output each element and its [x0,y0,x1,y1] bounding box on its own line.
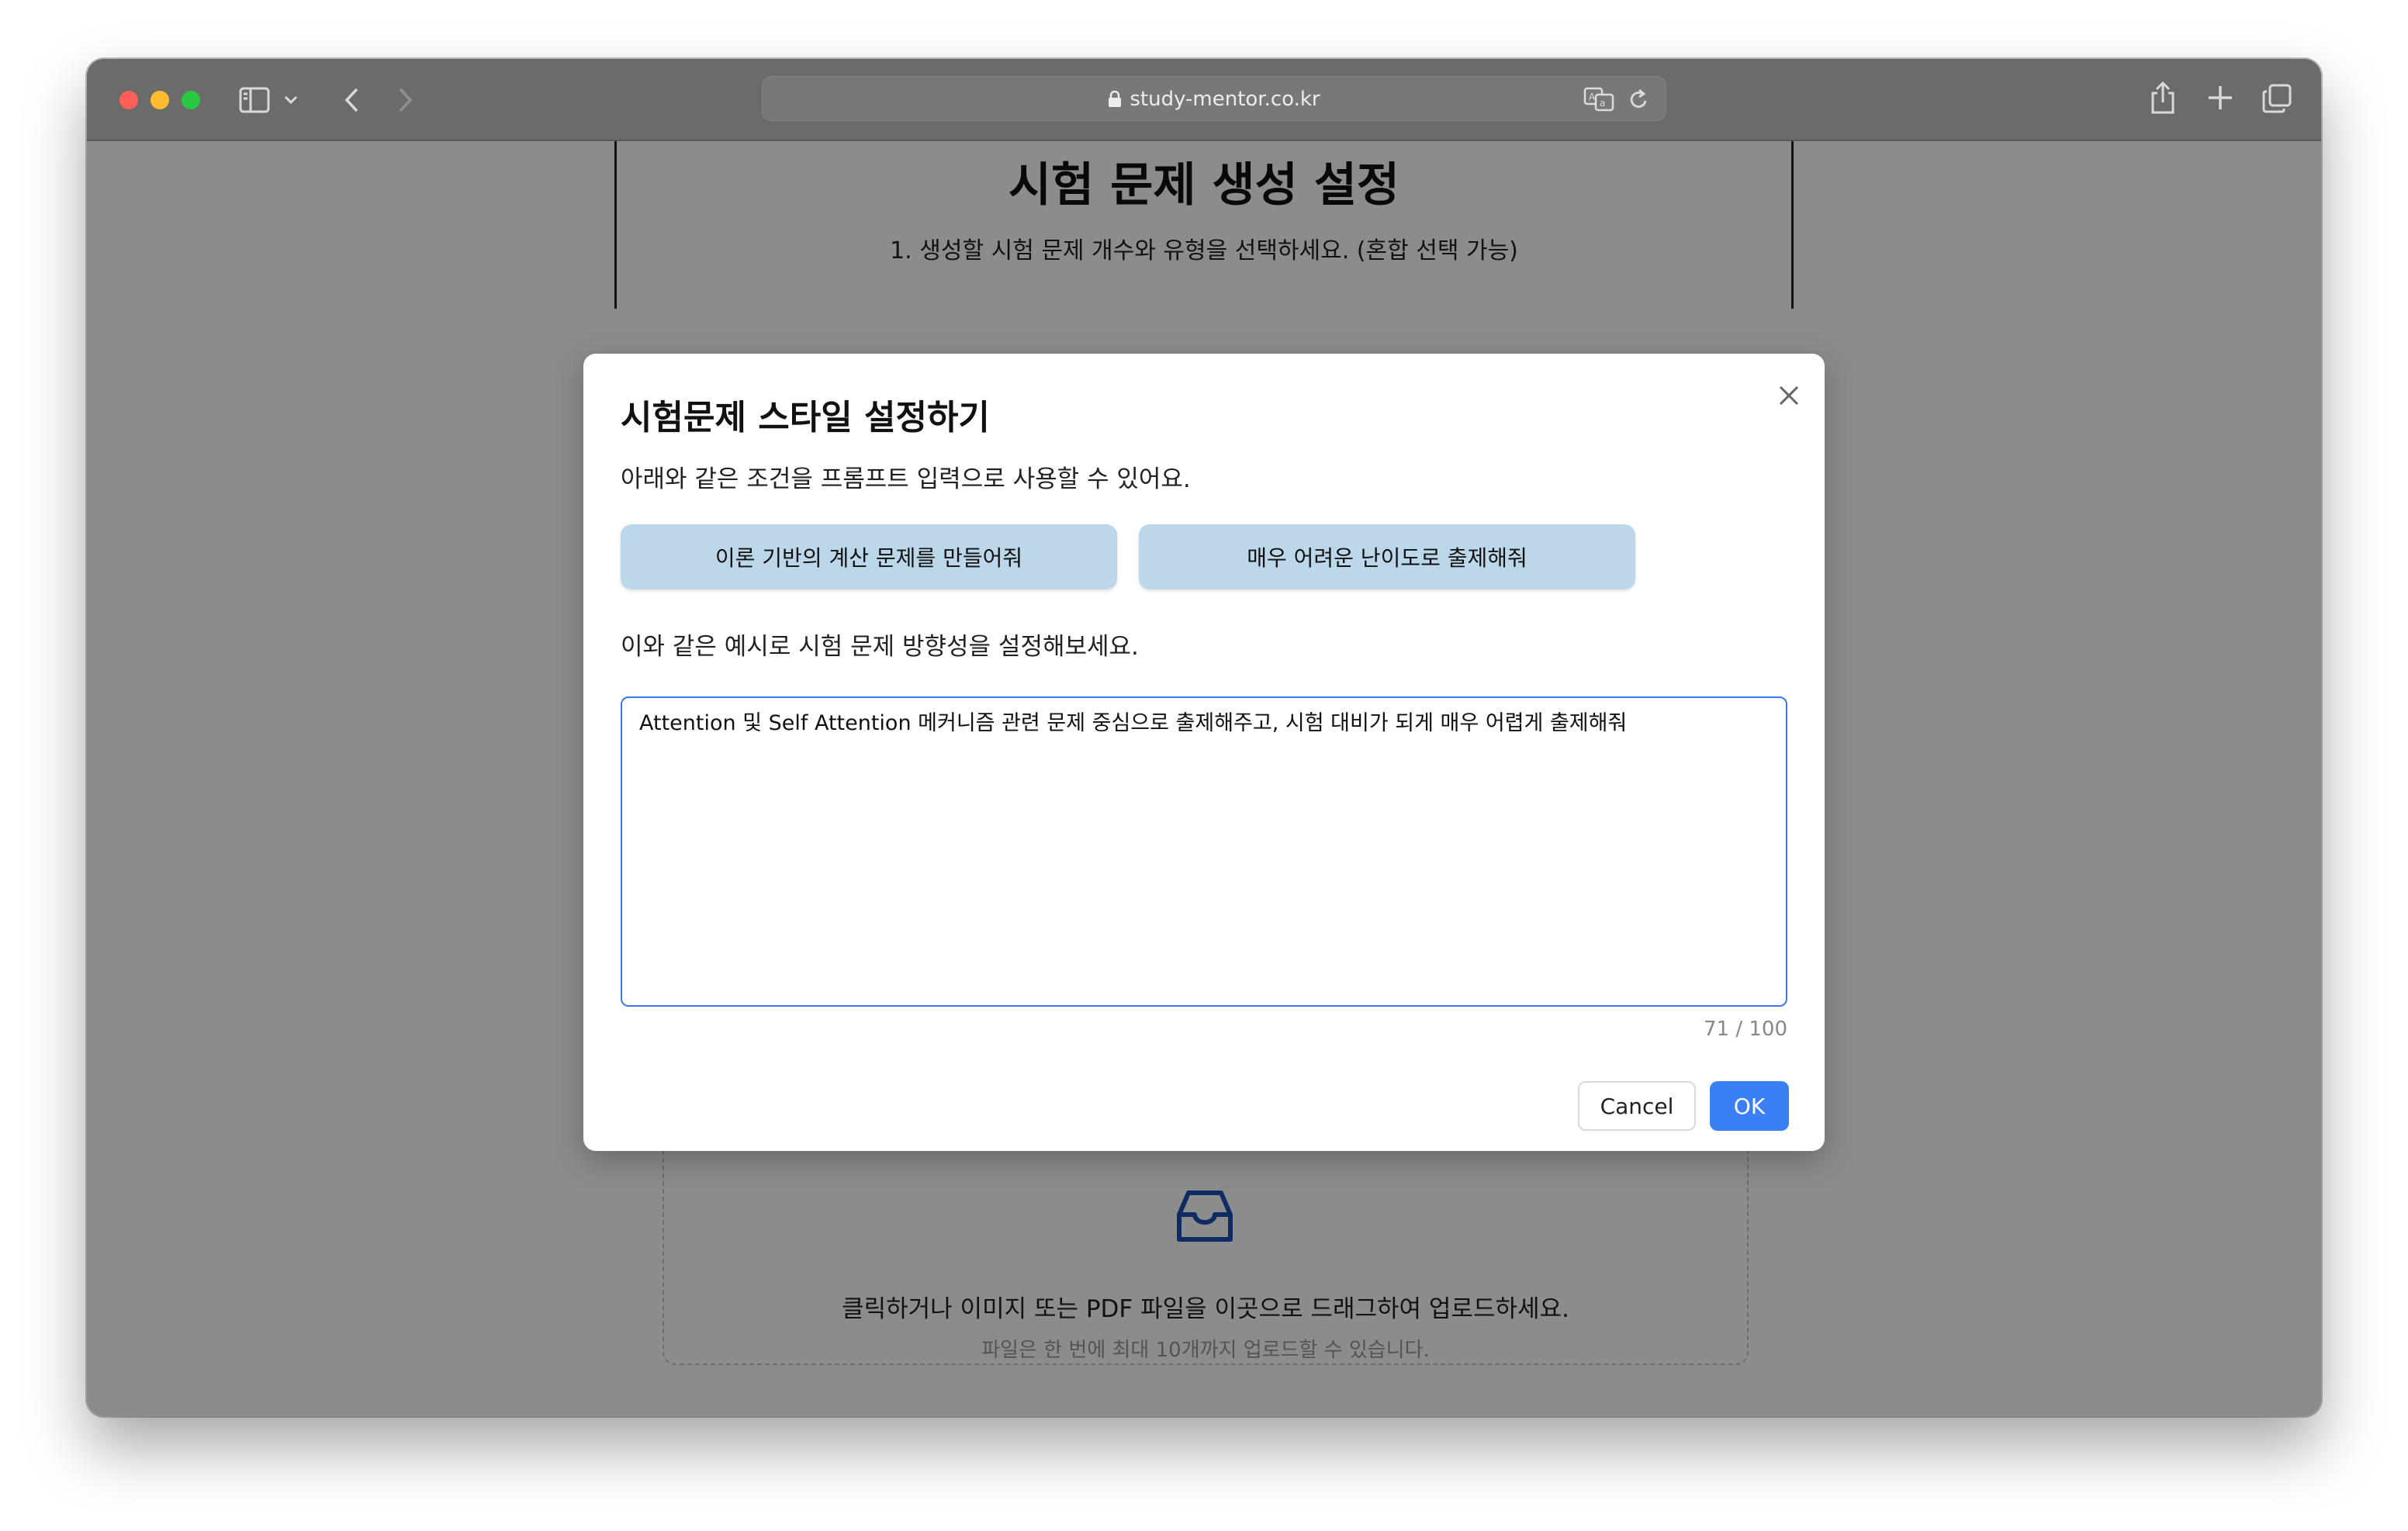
sidebar-icon[interactable] [239,87,270,113]
close-window-button[interactable] [119,91,138,109]
url-text: study-mentor.co.kr [1130,88,1320,111]
preset-calculation-button[interactable]: 이론 기반의 계산 문제를 만들어줘 [621,524,1117,589]
tab-overview-icon[interactable] [2262,84,2292,113]
browser-window: study-mentor.co.kr A a 시험 문제 생성 설정 1. 생성… [87,59,2321,1416]
chevron-down-icon[interactable] [282,90,299,110]
web-viewport: 시험 문제 생성 설정 1. 생성할 시험 문제 개수와 유형을 선택하세요. … [87,141,2321,1416]
address-bar[interactable]: study-mentor.co.kr A a [762,76,1666,121]
translate-icon[interactable]: A a [1583,86,1614,112]
style-settings-modal: 시험문제 스타일 설정하기 아래와 같은 조건을 프롬프트 입력으로 사용할 수… [583,354,1825,1151]
svg-text:a: a [1600,98,1605,109]
browser-toolbar: study-mentor.co.kr A a [87,59,2321,141]
new-tab-icon[interactable] [2206,84,2234,112]
back-icon[interactable] [341,85,363,115]
forward-icon[interactable] [394,85,416,115]
svg-text:A: A [1589,92,1596,102]
ok-button[interactable]: OK [1710,1081,1789,1131]
cancel-button[interactable]: Cancel [1578,1081,1696,1131]
modal-title: 시험문제 스타일 설정하기 [621,398,990,437]
url-display: study-mentor.co.kr [763,77,1666,122]
lock-icon [1109,91,1122,107]
minimize-window-button[interactable] [150,91,169,109]
example-instruction: 이와 같은 예시로 시험 문제 방향성을 설정해보세요. [621,633,1139,661]
character-counter: 71 / 100 [1704,1018,1787,1041]
close-icon[interactable] [1778,385,1800,406]
prompt-input[interactable]: Attention 및 Self Attention 메커니즘 관련 문제 중심… [621,696,1787,1007]
share-icon[interactable] [2149,81,2177,115]
preset-difficulty-button[interactable]: 매우 어려운 난이도로 출제해줘 [1139,524,1635,589]
zoom-window-button[interactable] [182,91,200,109]
modal-description: 아래와 같은 조건을 프롬프트 입력으로 사용할 수 있어요. [621,465,1191,493]
reload-icon[interactable] [1628,88,1650,111]
